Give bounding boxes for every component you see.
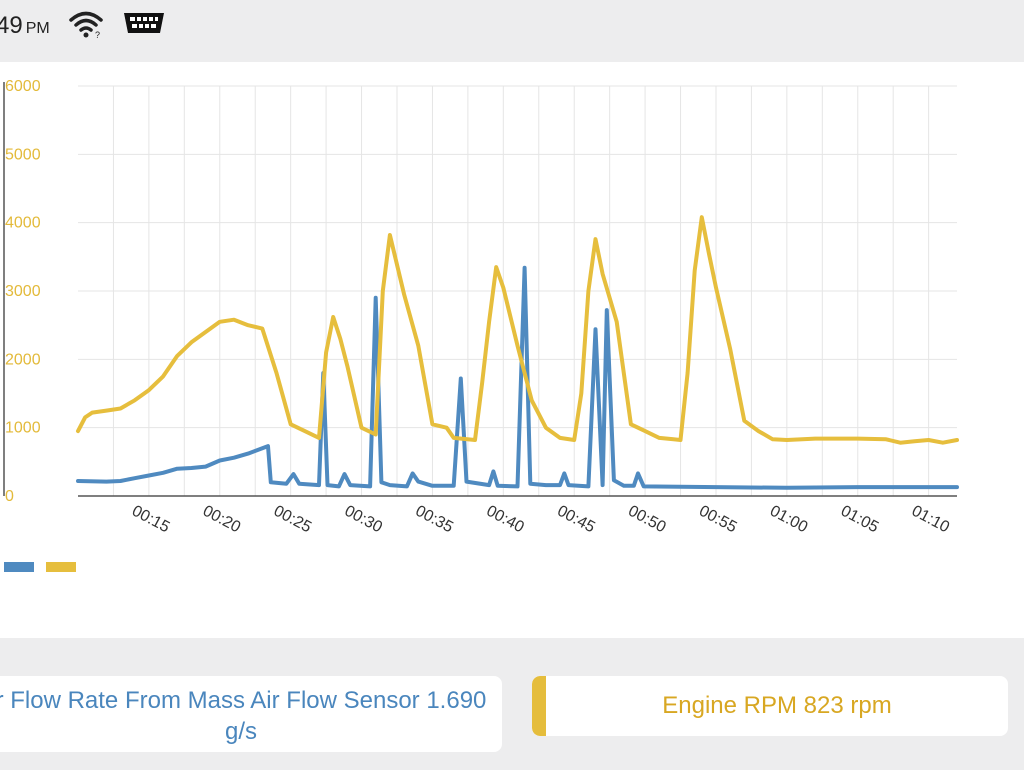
x-tick-label: 00:50 bbox=[625, 503, 668, 537]
status-bar: 49 PM ? bbox=[0, 0, 1024, 48]
legend-swatch-maf[interactable] bbox=[4, 562, 34, 572]
y-tick-label: 5000 bbox=[5, 146, 41, 163]
rpm-value-card[interactable]: Engine RPM 823 rpm bbox=[532, 676, 1008, 736]
x-tick-label: 00:55 bbox=[696, 503, 739, 537]
x-tick-label: 00:45 bbox=[554, 503, 597, 537]
y-tick-label: 2000 bbox=[5, 351, 41, 368]
x-tick-label: 01:00 bbox=[767, 503, 810, 537]
x-tick-label: 01:10 bbox=[909, 503, 952, 537]
svg-text:?: ? bbox=[95, 30, 100, 39]
rpm-color-indicator bbox=[532, 676, 546, 736]
obd-connector-icon[interactable] bbox=[122, 11, 166, 35]
y-tick-label: 0 bbox=[5, 488, 14, 505]
live-data-line-chart[interactable]: 0 1000 2000 3000 4000 5000 6000 00:15 00:20 00:25… bbox=[0, 62, 1024, 638]
y-tick-label: 4000 bbox=[5, 215, 41, 232]
x-tick-label: 00:20 bbox=[200, 503, 243, 537]
y-tick-label: 3000 bbox=[5, 283, 41, 300]
x-tick-label: 00:35 bbox=[413, 503, 456, 537]
maf-value-label: r Flow Rate From Mass Air Flow Sensor 1.… bbox=[0, 687, 487, 745]
x-tick-label: 01:05 bbox=[838, 503, 881, 537]
y-tick-label: 6000 bbox=[5, 78, 41, 95]
status-time: 49 PM bbox=[0, 12, 50, 39]
maf-value-card[interactable]: r Flow Rate From Mass Air Flow Sensor 1.… bbox=[0, 676, 502, 752]
rpm-value-label: Engine RPM 823 rpm bbox=[662, 692, 892, 719]
y-tick-label: 1000 bbox=[5, 420, 41, 437]
x-tick-label: 00:15 bbox=[129, 503, 172, 537]
live-data-chart-panel[interactable]: 0 1000 2000 3000 4000 5000 6000 00:15 00:20 00:25… bbox=[0, 62, 1024, 638]
series-line-maf[interactable] bbox=[76, 265, 959, 490]
legend-swatch-rpm[interactable] bbox=[46, 562, 76, 572]
x-tick-label: 00:40 bbox=[483, 503, 526, 537]
series-line-rpm[interactable] bbox=[76, 215, 959, 445]
wifi-icon[interactable]: ? bbox=[68, 9, 104, 39]
x-tick-label: 00:25 bbox=[271, 503, 314, 537]
x-tick-label: 00:30 bbox=[342, 503, 385, 537]
